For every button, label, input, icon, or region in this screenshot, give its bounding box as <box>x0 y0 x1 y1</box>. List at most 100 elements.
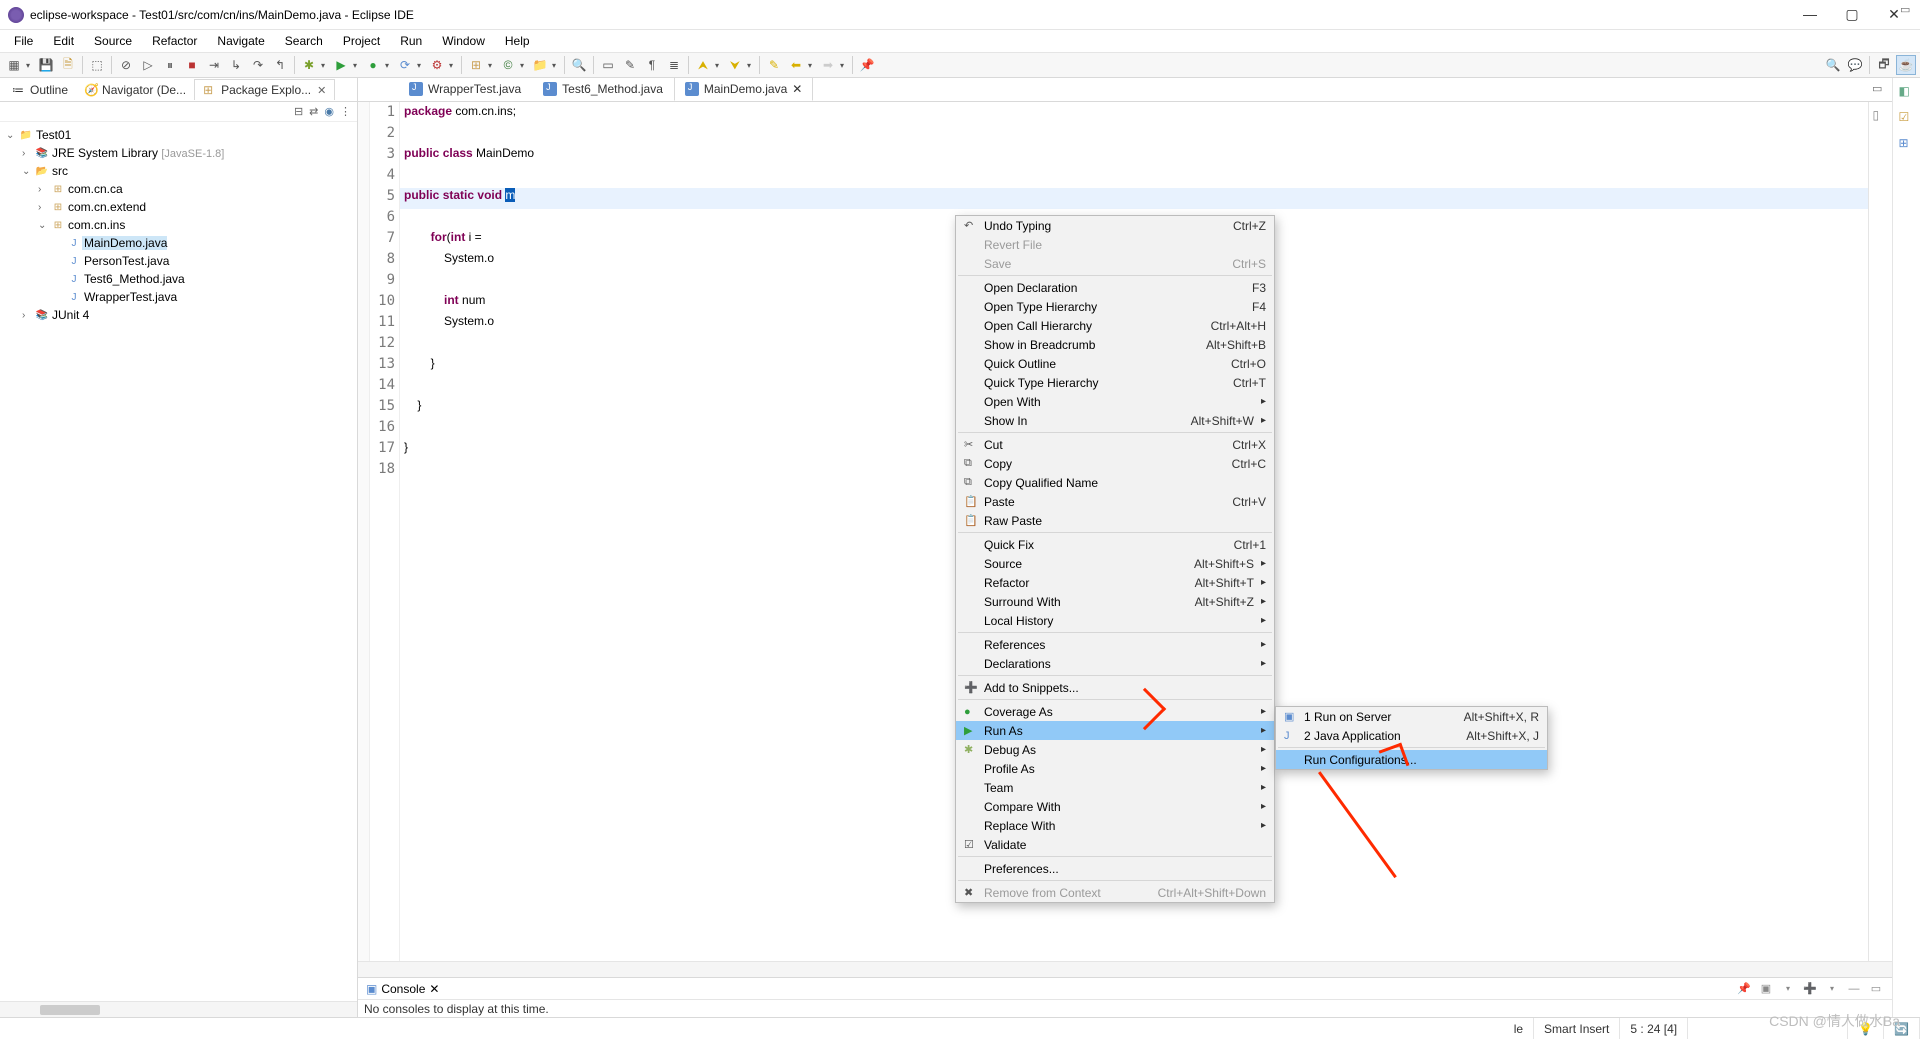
step-return-button[interactable]: ↰ <box>270 55 290 75</box>
menu-item-raw-paste[interactable]: 📋Raw Paste <box>956 511 1274 530</box>
menu-source[interactable]: Source <box>86 32 140 50</box>
quick-access-button[interactable]: 🔍 <box>1823 55 1843 75</box>
suspend-button[interactable]: ⏸ <box>160 55 180 75</box>
an-dd[interactable]: ▾ <box>747 61 755 70</box>
tree-file-t6[interactable]: Test6_Method.java <box>82 272 185 286</box>
menu-refactor[interactable]: Refactor <box>144 32 205 50</box>
menu-project[interactable]: Project <box>335 32 388 50</box>
annotation-prev-button[interactable]: ⮝ <box>693 55 713 75</box>
new-folder-button[interactable]: 📁 <box>530 55 550 75</box>
tab-outline[interactable]: ≔Outline <box>4 80 76 100</box>
ext-dd[interactable]: ▾ <box>449 61 457 70</box>
menu-run[interactable]: Run <box>392 32 430 50</box>
restore-view-button[interactable]: ▭ <box>1900 3 1916 19</box>
menu-help[interactable]: Help <box>497 32 538 50</box>
expand-icon[interactable]: › <box>38 184 50 195</box>
nfld-dd[interactable]: ▾ <box>552 61 560 70</box>
save-button[interactable]: 💾 <box>36 55 56 75</box>
pin-editor-button[interactable]: 📌 <box>857 55 877 75</box>
search-button[interactable]: 🔍 <box>569 55 589 75</box>
menu-item-cut[interactable]: ✂CutCtrl+X <box>956 435 1274 454</box>
menu-item-validate[interactable]: ☑Validate <box>956 835 1274 854</box>
coverage-button[interactable]: ● <box>363 55 383 75</box>
markers-fastview-icon[interactable]: ⊞ <box>1899 136 1915 152</box>
open-console-button[interactable]: ➕ <box>1802 981 1818 997</box>
toggle-mark-button[interactable]: ✎ <box>620 55 640 75</box>
tree-junit[interactable]: JUnit 4 <box>50 308 89 322</box>
show-whitespace-button[interactable]: ¶ <box>642 55 662 75</box>
expand-icon[interactable]: ⌄ <box>6 130 18 141</box>
debug-dd[interactable]: ▾ <box>321 61 329 70</box>
expand-icon[interactable]: › <box>22 148 34 159</box>
menu-item-quick-outline[interactable]: Quick OutlineCtrl+O <box>956 354 1274 373</box>
editor-tab-main[interactable]: MainDemo.java✕ <box>674 77 813 101</box>
menu-item-surround-with[interactable]: Surround WithAlt+Shift+Z▸ <box>956 592 1274 611</box>
menu-item-quick-type-hierarchy[interactable]: Quick Type HierarchyCtrl+T <box>956 373 1274 392</box>
menu-item-declarations[interactable]: Declarations▸ <box>956 654 1274 673</box>
display-console-button[interactable]: ▣ <box>1758 981 1774 997</box>
menu-item-compare-with[interactable]: Compare With▸ <box>956 797 1274 816</box>
editor-scrollbar[interactable] <box>358 961 1892 977</box>
expand-icon[interactable]: › <box>22 310 34 321</box>
menu-item-replace-with[interactable]: Replace With▸ <box>956 816 1274 835</box>
menu-item-show-in[interactable]: Show InAlt+Shift+W▸ <box>956 411 1274 430</box>
close-tab-icon[interactable]: ✕ <box>429 982 439 996</box>
oc-dd[interactable]: ▾ <box>1824 981 1840 997</box>
menu-item-source[interactable]: SourceAlt+Shift+S▸ <box>956 554 1274 573</box>
tree-file-main[interactable]: MainDemo.java <box>82 236 167 250</box>
menu-item-debug-as[interactable]: ✱Debug As▸ <box>956 740 1274 759</box>
scrollbar-thumb[interactable] <box>40 1005 100 1015</box>
tree-project[interactable]: Test01 <box>34 128 71 142</box>
pin-console-button[interactable]: 📌 <box>1736 981 1752 997</box>
menu-item-copy[interactable]: ⧉CopyCtrl+C <box>956 454 1274 473</box>
dc-dd[interactable]: ▾ <box>1780 981 1796 997</box>
menu-item-run-as[interactable]: ▶Run As▸ <box>956 721 1274 740</box>
tree-pkg-ins[interactable]: com.cn.ins <box>66 218 125 232</box>
terminate-button[interactable]: ■ <box>182 55 202 75</box>
menu-item-open-with[interactable]: Open With▸ <box>956 392 1274 411</box>
maximize-editor-button[interactable]: ▭ <box>1872 82 1888 98</box>
tab-package-explorer[interactable]: ⊞Package Explo...✕ <box>194 79 335 100</box>
expand-icon[interactable]: › <box>38 202 50 213</box>
disconnect-button[interactable]: ⇥ <box>204 55 224 75</box>
menu-item-add-to-snippets[interactable]: ➕Add to Snippets... <box>956 678 1274 697</box>
console-tab[interactable]: ▣Console✕ <box>358 980 447 998</box>
menu-item-local-history[interactable]: Local History▸ <box>956 611 1274 630</box>
menu-item-quick-fix[interactable]: Quick FixCtrl+1 <box>956 535 1274 554</box>
run-button[interactable]: ▶ <box>331 55 351 75</box>
menu-item-refactor[interactable]: RefactorAlt+Shift+T▸ <box>956 573 1274 592</box>
new-class-button[interactable]: © <box>498 55 518 75</box>
step-over-button[interactable]: ↷ <box>248 55 268 75</box>
minimize-console-button[interactable]: — <box>1846 981 1862 997</box>
java-perspective-button[interactable]: ☕ <box>1896 55 1916 75</box>
tree-file-wrap[interactable]: WrapperTest.java <box>82 290 177 304</box>
forward-button[interactable]: ➡ <box>818 55 838 75</box>
command-button[interactable]: 💬 <box>1845 55 1865 75</box>
expand-icon[interactable]: ⌄ <box>22 166 34 177</box>
debug-button[interactable]: ✱ <box>299 55 319 75</box>
editor-context-menu[interactable]: ↶Undo TypingCtrl+ZRevert FileSaveCtrl+SO… <box>955 215 1275 903</box>
bk-dd[interactable]: ▾ <box>808 61 816 70</box>
fw-dd[interactable]: ▾ <box>840 61 848 70</box>
tree-src[interactable]: src <box>50 164 68 178</box>
expand-icon[interactable]: ⌄ <box>38 220 50 231</box>
minimize-button[interactable]: — <box>1798 6 1822 23</box>
editor-tab-wrapper[interactable]: WrapperTest.java <box>398 77 532 101</box>
menu-item-open-declaration[interactable]: Open DeclarationF3 <box>956 278 1274 297</box>
link-editor-button[interactable]: ⇄ <box>309 105 318 118</box>
annotation-next-button[interactable]: ⮟ <box>725 55 745 75</box>
maximize-button[interactable]: ▢ <box>1840 6 1864 23</box>
task-list-fastview-icon[interactable]: ☑ <box>1899 110 1915 126</box>
collapse-all-button[interactable]: ⊟ <box>294 105 303 118</box>
editor-tab-test6[interactable]: Test6_Method.java <box>532 77 674 101</box>
view-menu-button[interactable]: ⋮ <box>340 105 351 118</box>
toggle-block-button[interactable]: ▭ <box>598 55 618 75</box>
step-into-button[interactable]: ↳ <box>226 55 246 75</box>
wrap-button[interactable]: ≣ <box>664 55 684 75</box>
overview-ruler[interactable]: ▯ <box>1868 102 1892 961</box>
run-last-dd[interactable]: ▾ <box>417 61 425 70</box>
outline-fastview-icon[interactable]: ◧ <box>1899 84 1915 100</box>
annotation-ruler[interactable] <box>358 102 370 961</box>
submenu-run-on-server[interactable]: ▣1 Run on ServerAlt+Shift+X, R <box>1276 707 1547 726</box>
menu-item-team[interactable]: Team▸ <box>956 778 1274 797</box>
